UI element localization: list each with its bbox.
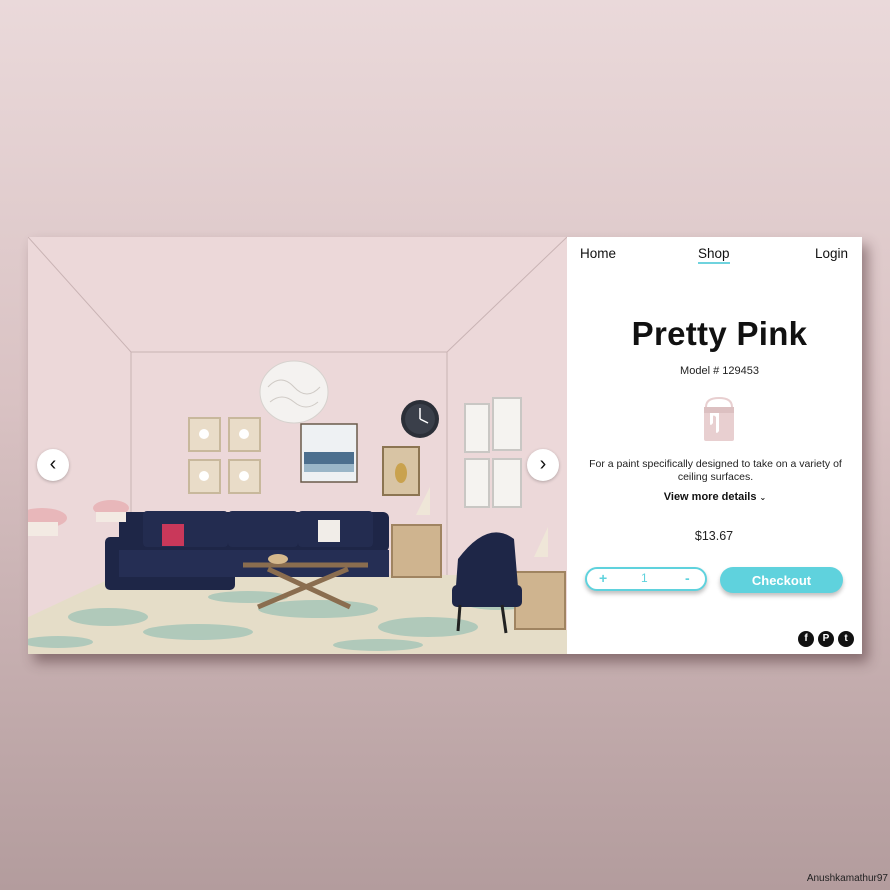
wall-clock xyxy=(401,400,439,438)
carousel-prev-button[interactable]: ‹ xyxy=(37,449,69,481)
chevron-down-icon: ⌄ xyxy=(759,493,767,502)
product-card: Home Shop Login Pretty Pink Model # 1294… xyxy=(28,237,862,654)
pendant-lamp xyxy=(259,360,329,424)
nav-shop[interactable]: Shop xyxy=(698,246,730,264)
room-illustration xyxy=(28,237,567,654)
chevron-left-icon: ‹ xyxy=(49,453,57,475)
checkout-button[interactable]: Checkout xyxy=(720,567,843,593)
product-description: For a paint specifically designed to tak… xyxy=(589,458,842,483)
product-price: $13.67 xyxy=(694,529,734,543)
quantity-stepper: + 1 - xyxy=(585,567,707,591)
credit-watermark: Anushkamathur97 xyxy=(806,873,888,884)
nav-login[interactable]: Login xyxy=(815,246,848,261)
twitter-icon[interactable]: t xyxy=(838,631,854,647)
increment-button[interactable]: + xyxy=(599,570,607,586)
paint-can-icon xyxy=(704,397,734,441)
product-panel: Home Shop Login Pretty Pink Model # 1294… xyxy=(567,237,862,654)
pinterest-icon[interactable]: P xyxy=(818,631,834,647)
facebook-icon[interactable]: f xyxy=(798,631,814,647)
quantity-value[interactable]: 1 xyxy=(641,571,648,585)
decrement-button[interactable]: - xyxy=(685,570,690,586)
view-more-details-link[interactable]: View more details ⌄ xyxy=(567,491,863,503)
wall-frames xyxy=(188,417,261,494)
nav-home[interactable]: Home xyxy=(580,246,616,261)
view-more-label: View more details xyxy=(663,491,757,503)
room-scene xyxy=(28,237,567,654)
product-model: Model # 129453 xyxy=(680,365,759,377)
carousel-next-button[interactable]: › xyxy=(527,449,559,481)
product-title: Pretty Pink xyxy=(631,315,808,352)
chevron-right-icon: › xyxy=(539,453,547,475)
